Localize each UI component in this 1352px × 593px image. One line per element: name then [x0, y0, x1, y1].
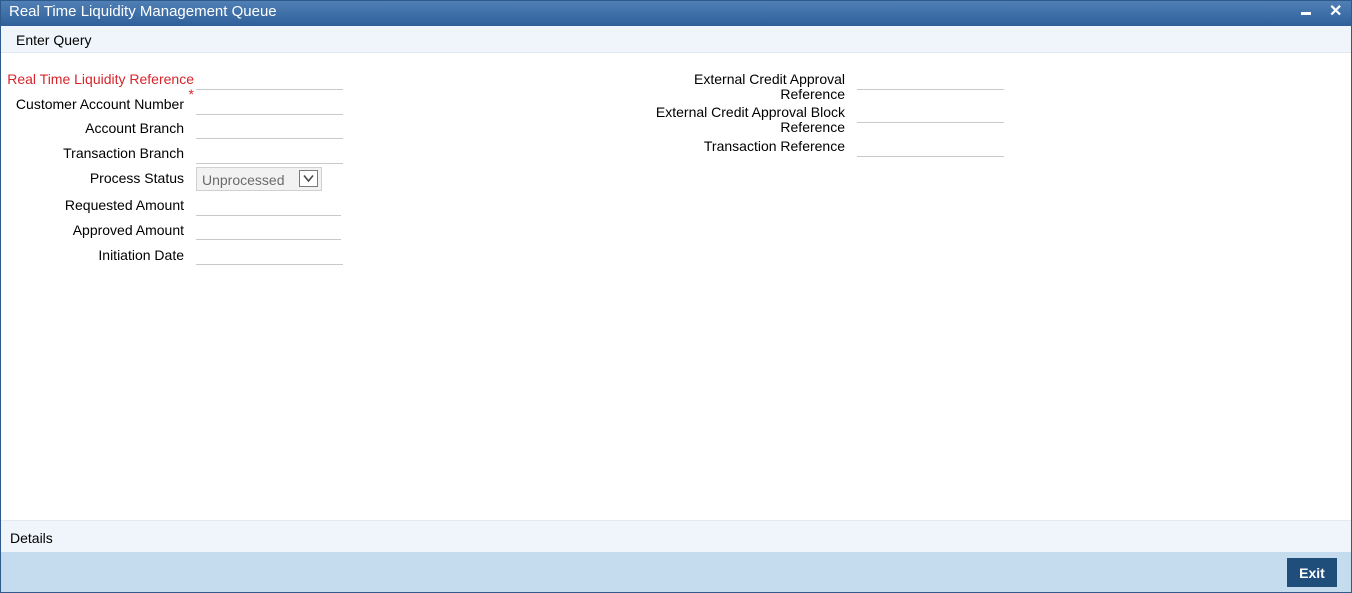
process-status-label: Process Status — [89, 170, 184, 186]
required-mark: * — [188, 86, 194, 102]
close-icon[interactable]: ✕ — [1329, 1, 1342, 23]
window-title: Real Time Liquidity Management Queue — [9, 3, 277, 20]
rtl-reference-input[interactable] — [196, 67, 343, 90]
account-branch-input[interactable] — [196, 116, 343, 139]
ext-credit-approval-block-ref-label-line2: Reference — [780, 119, 845, 135]
details-bar: Details — [1, 520, 1351, 552]
approved-amount-label: Approved Amount — [72, 222, 184, 238]
transaction-reference-label: Transaction Reference — [703, 138, 845, 154]
ext-credit-approval-block-ref-label: External Credit Approval Block Reference — [601, 105, 845, 135]
title-bar: Real Time Liquidity Management Queue ✕ — [1, 1, 1351, 26]
requested-amount-label: Requested Amount — [64, 197, 184, 213]
transaction-branch-input[interactable] — [196, 141, 343, 164]
ext-credit-approval-ref-label-line1: External Credit Approval — [694, 71, 845, 87]
process-status-select[interactable]: Unprocessed — [196, 167, 322, 191]
initiation-date-label: Initiation Date — [98, 247, 184, 263]
ext-credit-approval-ref-input[interactable] — [857, 67, 1004, 90]
details-button[interactable]: Details — [10, 530, 53, 546]
chevron-down-icon[interactable] — [299, 170, 318, 187]
ext-credit-approval-ref-label-line2: Reference — [780, 86, 845, 102]
transaction-reference-input[interactable] — [857, 134, 1004, 157]
main-window: Real Time Liquidity Management Queue ✕ E… — [0, 0, 1352, 593]
transaction-branch-label: Transaction Branch — [63, 145, 184, 161]
account-branch-label: Account Branch — [85, 120, 184, 136]
ext-credit-approval-block-ref-input[interactable] — [857, 100, 1004, 123]
toolbar: Enter Query — [1, 26, 1351, 53]
rtl-reference-label-text: Real Time Liquidity Reference — [7, 71, 194, 87]
customer-account-number-input[interactable] — [196, 92, 343, 115]
minimize-icon[interactable] — [1299, 1, 1313, 23]
customer-account-number-label: Customer Account Number — [15, 96, 184, 112]
initiation-date-input[interactable] — [196, 242, 343, 265]
enter-query-button[interactable]: Enter Query — [16, 32, 91, 48]
footer-bar: Exit — [1, 552, 1351, 592]
approved-amount-input[interactable] — [196, 217, 341, 240]
ext-credit-approval-ref-label: External Credit Approval Reference — [601, 72, 845, 102]
ext-credit-approval-block-ref-label-line1: External Credit Approval Block — [655, 104, 845, 120]
exit-button[interactable]: Exit — [1287, 558, 1337, 587]
requested-amount-input[interactable] — [196, 193, 341, 216]
process-status-value: Unprocessed — [202, 172, 285, 188]
